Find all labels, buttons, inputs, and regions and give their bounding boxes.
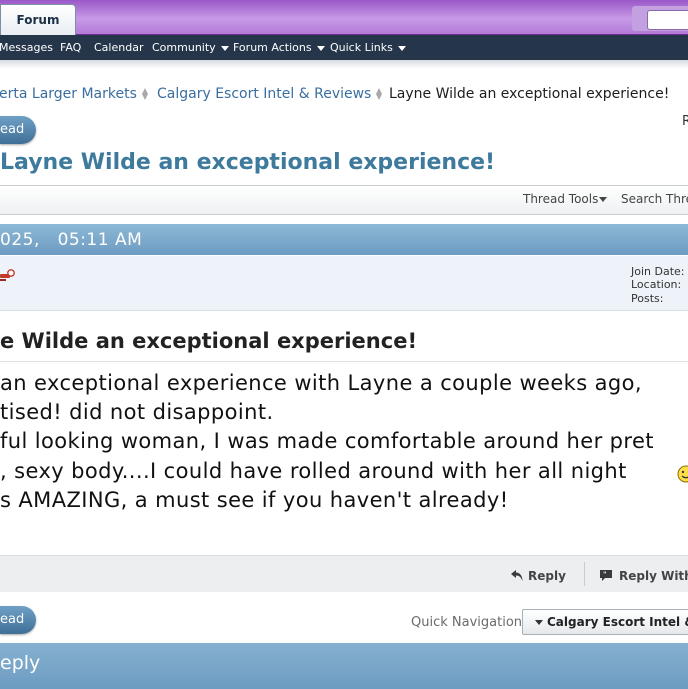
header-search-input[interactable]: [647, 10, 688, 30]
corner-label: R: [682, 114, 688, 129]
nav-item-label: Quick Links: [330, 41, 393, 54]
post-subject: e Wilde an exceptional experience!: [0, 329, 418, 353]
smiley-icon: [677, 465, 688, 483]
nav-item-label: Calendar: [94, 41, 144, 54]
tab-forum[interactable]: Forum: [0, 4, 76, 35]
nav-item-calendar[interactable]: Calendar: [94, 35, 143, 60]
nav-item-messages[interactable]: Messages: [0, 35, 53, 60]
breadcrumb-current: Layne Wilde an exceptional experience!: [389, 86, 670, 102]
reply-with-quote-button[interactable]: " Reply With: [599, 569, 688, 583]
post-body-line: s AMAZING, a must see if you haven't alr…: [0, 488, 509, 512]
search-thread-menu[interactable]: Search Thre: [621, 192, 688, 206]
divider: [584, 562, 585, 586]
nav-item-faq[interactable]: FAQ: [60, 35, 81, 60]
top-header-bar: [0, 0, 688, 35]
reply-button[interactable]: Reply: [510, 569, 566, 583]
reply-to-thread-label: ead: [0, 612, 25, 627]
nav-item-community[interactable]: Community: [152, 35, 229, 60]
quick-reply-title[interactable]: eply: [0, 652, 40, 674]
chevron-down-icon: [397, 45, 406, 51]
reply-button-label: Reply: [528, 569, 566, 583]
nav-item-label: FAQ: [60, 41, 82, 54]
nav-item-label: Community: [152, 41, 216, 54]
nav-shadow: [0, 60, 688, 69]
nav-item-forum-actions[interactable]: Forum Actions: [233, 35, 325, 60]
join-date-label: Join Date:: [631, 265, 685, 278]
reply-icon: [511, 570, 523, 581]
thread-tools-label: Thread Tools: [523, 192, 599, 206]
chevron-down-icon: [316, 45, 325, 51]
breadcrumb-link-larger-markets[interactable]: erta Larger Markets: [0, 86, 137, 102]
chevron-down-icon: [220, 45, 229, 51]
chevron-down-icon: [599, 197, 608, 202]
quick-navigation-select[interactable]: Calgary Escort Intel & Reviews: [522, 609, 688, 635]
main-nav-bar: Messages FAQ Calendar Community Forum Ac…: [0, 35, 688, 60]
reply-to-thread-button[interactable]: ead: [0, 116, 36, 144]
post-body-line: ful looking woman, I was made comfortabl…: [0, 429, 654, 453]
quick-reply-header: [0, 643, 688, 689]
page-title: Layne Wilde an exceptional experience!: [0, 150, 496, 175]
post-body-line: , sexy body....I could have rolled aroun…: [0, 459, 627, 483]
chevron-down-icon: [535, 620, 543, 625]
breadcrumb-separator-icon: [142, 88, 148, 100]
quick-navigation-label: Quick Navigation: [411, 615, 523, 630]
nav-item-quick-links[interactable]: Quick Links: [330, 35, 406, 60]
location-label: Location:: [631, 278, 682, 291]
nav-item-label: Messages: [0, 41, 53, 54]
svg-text:": ": [603, 571, 607, 579]
quote-reply-icon: ": [600, 570, 612, 581]
user-online-icon: [0, 269, 15, 281]
reply-to-thread-label: ead: [0, 122, 25, 137]
post-user-info: [0, 256, 688, 311]
breadcrumb-link-calgary[interactable]: Calgary Escort Intel & Reviews: [157, 86, 371, 102]
divider: [0, 361, 688, 362]
post-body-line: an exceptional experience with Layne a c…: [0, 371, 642, 395]
post-date: 025, 05:11 AM: [0, 230, 143, 250]
nav-item-label: Forum Actions: [233, 41, 312, 54]
thread-tools-menu[interactable]: Thread Tools: [523, 192, 608, 206]
quick-navigation-value: Calgary Escort Intel & Reviews: [547, 615, 688, 629]
post-body-line: tised! did not disappoint.: [0, 400, 274, 424]
reply-with-quote-label: Reply With: [619, 569, 688, 583]
breadcrumb-separator-icon: [376, 88, 382, 100]
reply-to-thread-button-bottom[interactable]: ead: [0, 606, 36, 634]
posts-label: Posts:: [631, 292, 664, 305]
